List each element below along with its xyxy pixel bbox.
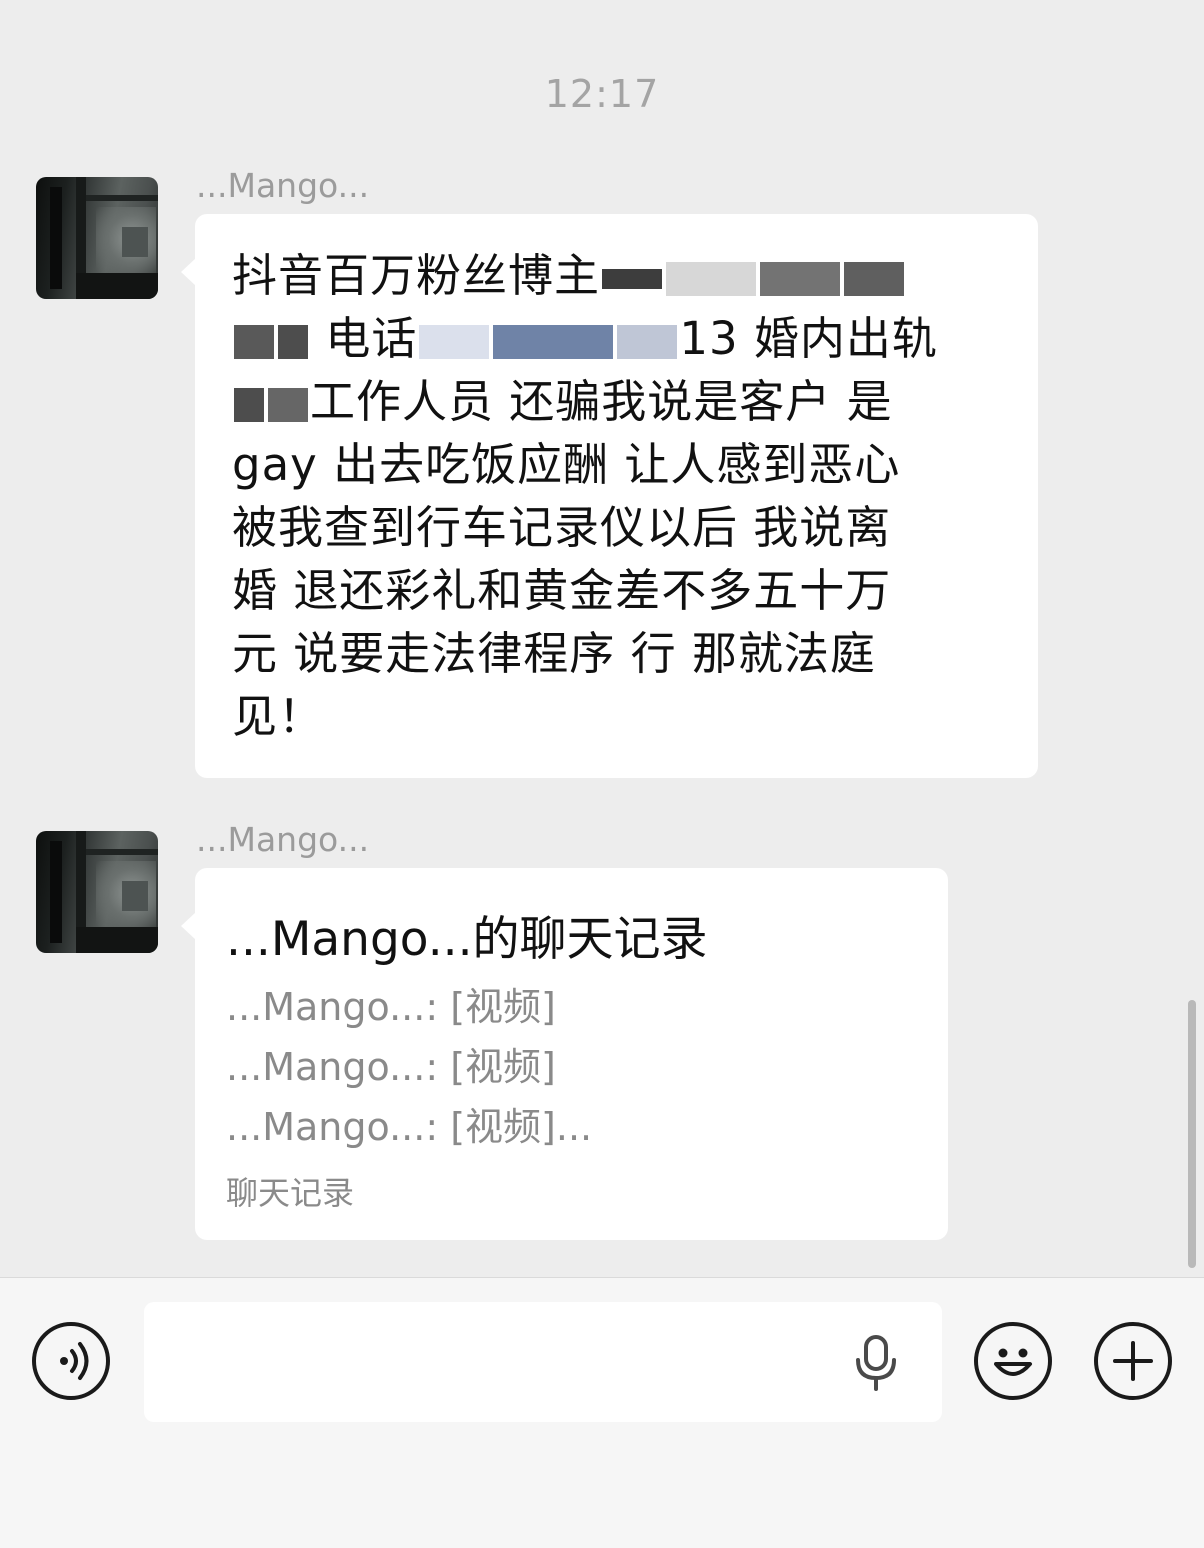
- message-timestamp: 12:17: [544, 72, 660, 116]
- scrollbar[interactable]: [1188, 1000, 1196, 1268]
- sender-avatar[interactable]: [36, 831, 158, 953]
- chat-record-entry: ...Mango...: [视频]: [226, 985, 556, 1029]
- plus-icon[interactable]: [1094, 1322, 1172, 1400]
- emoji-icon[interactable]: [974, 1322, 1052, 1400]
- voice-mode-icon[interactable]: [32, 1322, 110, 1400]
- sender-avatar[interactable]: [36, 177, 158, 299]
- chat-record-card[interactable]: ...Mango...的聊天记录 ...Mango...: [视频] ...Ma…: [181, 868, 948, 1240]
- chat-record-entry: ...Mango...: [视频]...: [226, 1105, 593, 1149]
- chat-record-footer: 聊天记录: [226, 1174, 355, 1212]
- chat-record-entry: ...Mango...: [视频]: [226, 1045, 556, 1089]
- chat-record-title: ...Mango...的聊天记录: [226, 912, 708, 967]
- message-input[interactable]: [144, 1302, 942, 1422]
- sender-name: ...Mango...: [196, 820, 370, 859]
- message-text: 抖音百万粉丝博主 电话 13 婚内出轨 工作人员 还骗我说是客户 是 gay 出去…: [232, 249, 938, 743]
- chat-area[interactable]: 12:17 ...Mango... 抖音百万粉丝博主 电话 13 婚内出轨 工作人…: [0, 0, 1204, 1277]
- microphone-icon[interactable]: [852, 1334, 900, 1392]
- message-bubble-text[interactable]: 抖音百万粉丝博主 电话 13 婚内出轨 工作人员 还骗我说是客户 是 gay 出去…: [181, 214, 1038, 778]
- sender-name: ...Mango...: [196, 166, 370, 205]
- input-bar: [0, 1277, 1204, 1548]
